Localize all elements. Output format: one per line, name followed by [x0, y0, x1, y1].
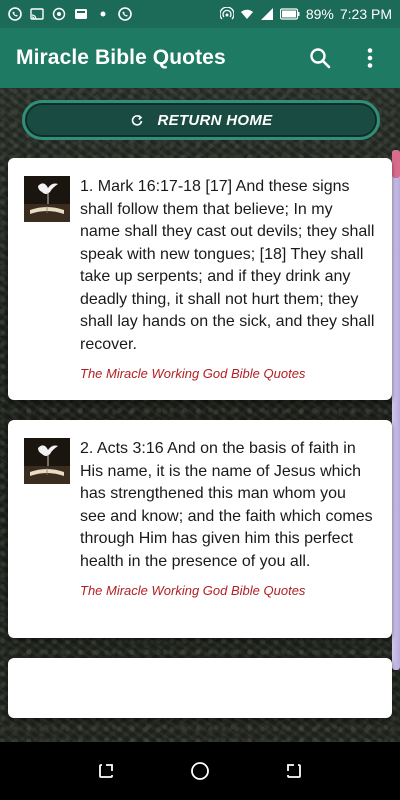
recents-icon: [98, 764, 113, 778]
cast-icon: [30, 7, 44, 21]
gallery-icon: [74, 7, 88, 21]
app-title: Miracle Bible Quotes: [16, 46, 226, 69]
signal-icon: [260, 7, 274, 21]
quote-card[interactable]: 1. Mark 16:17-18 [17] And these signs sh…: [8, 158, 392, 400]
recents-button[interactable]: [95, 759, 119, 783]
quote-body: 2. Acts 3:16 And on the basis of faith i…: [80, 438, 376, 622]
quote-source: The Miracle Working God Bible Quotes: [80, 583, 306, 598]
quote-text: 1. Mark 16:17-18 [17] And these signs sh…: [80, 178, 375, 353]
search-button[interactable]: [306, 44, 334, 72]
hotspot-icon: [219, 7, 234, 21]
battery-percent: 89%: [305, 6, 334, 22]
more-vert-icon: [367, 48, 373, 68]
app-bar: Miracle Bible Quotes: [0, 28, 400, 88]
quote-card[interactable]: 2. Acts 3:16 And on the basis of faith i…: [8, 420, 392, 638]
scrollbar-thumb[interactable]: [392, 150, 400, 178]
return-home-button[interactable]: RETURN HOME: [22, 100, 380, 140]
dot-icon: [96, 7, 110, 21]
whatsapp-icon: [8, 7, 22, 21]
back-button[interactable]: [281, 759, 305, 783]
whatsapp-icon: [118, 7, 132, 21]
search-icon: [310, 48, 331, 69]
return-home-label: RETURN HOME: [157, 111, 273, 129]
quote-source: The Miracle Working God Bible Quotes: [80, 366, 306, 381]
battery-icon: [279, 7, 300, 21]
quote-card-partial[interactable]: [8, 658, 392, 718]
overflow-menu-button[interactable]: [356, 44, 384, 72]
system-nav-bar: [0, 742, 400, 800]
refresh-icon: [131, 114, 142, 126]
bible-dove-thumbnail: [24, 176, 70, 222]
scroll-track: [392, 150, 400, 670]
notification-icons: [8, 7, 132, 21]
status-bar: 89% 7:23 PM: [0, 0, 400, 28]
home-icon: [191, 762, 209, 780]
system-icons: 89% 7:23 PM: [219, 6, 392, 22]
home-button[interactable]: [188, 759, 212, 783]
clock: 7:23 PM: [339, 6, 392, 22]
quote-body: 1. Mark 16:17-18 [17] And these signs sh…: [80, 176, 376, 384]
bible-dove-thumbnail: [24, 438, 70, 484]
wifi-icon: [240, 7, 254, 21]
app-bar-actions: [306, 44, 384, 72]
target-icon: [52, 7, 66, 21]
back-icon: [287, 764, 302, 778]
quote-text: 2. Acts 3:16 And on the basis of faith i…: [80, 440, 373, 570]
